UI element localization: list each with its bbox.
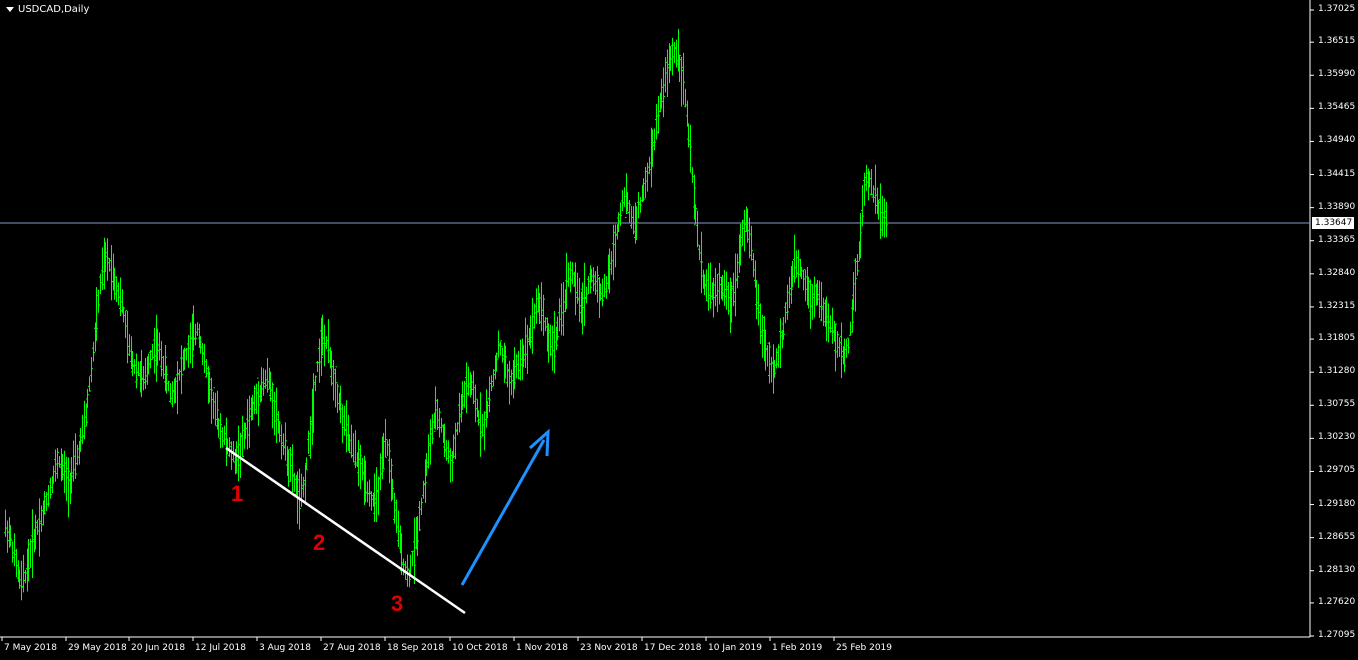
y-tick-label: 1.36515 <box>1318 36 1356 47</box>
y-tick-label: 1.27095 <box>1318 630 1356 640</box>
symbol-title-text: USDCAD,Daily <box>18 4 90 15</box>
chart-title[interactable]: USDCAD,Daily <box>6 4 89 15</box>
dropdown-triangle-icon[interactable] <box>6 7 14 12</box>
candle-series <box>4 28 888 601</box>
x-tick-label: 10 Oct 2018 <box>452 643 508 653</box>
y-tick-label: 1.30755 <box>1318 399 1356 410</box>
x-tick-label: 1 Feb 2019 <box>772 643 823 653</box>
y-tick-label: 1.34940 <box>1318 135 1356 146</box>
y-tick-label: 1.33365 <box>1318 234 1356 245</box>
x-tick-label: 20 Jun 2018 <box>131 643 186 653</box>
up-arrow-head-icon <box>529 428 550 457</box>
y-tick-label: 1.34415 <box>1318 168 1356 179</box>
y-tick-label: 1.30230 <box>1318 432 1356 443</box>
y-tick-label: 1.31280 <box>1318 366 1356 377</box>
x-tick-label: 29 May 2018 <box>68 643 127 653</box>
y-tick-label: 1.28130 <box>1318 564 1356 575</box>
y-tick-label: 1.35990 <box>1318 69 1356 80</box>
wave-label-2: 2 <box>313 530 326 555</box>
x-tick-label: 18 Sep 2018 <box>387 643 445 653</box>
y-tick-label: 1.28655 <box>1318 531 1356 542</box>
x-tick-label: 12 Jul 2018 <box>195 643 246 653</box>
y-tick-label: 1.35465 <box>1318 102 1356 113</box>
y-tick-label: 1.32840 <box>1318 267 1356 278</box>
y-tick-label: 1.29705 <box>1318 465 1356 476</box>
up-arrow-shaft <box>460 439 546 586</box>
x-tick-label: 10 Jan 2019 <box>708 643 762 653</box>
chart-window[interactable]: USDCAD,Daily 1.37025 1.36515 1.35990 1.3546… <box>0 0 1358 660</box>
price-chart[interactable] <box>0 0 1358 660</box>
x-tick-label: 3 Aug 2018 <box>259 643 311 653</box>
y-tick-label: 1.27620 <box>1318 596 1356 607</box>
chart-frame <box>0 0 1314 641</box>
current-price-tag: 1.33647 <box>1312 216 1354 229</box>
x-tick-label: 25 Feb 2019 <box>836 643 893 653</box>
x-tick-label: 17 Dec 2018 <box>644 643 702 653</box>
x-tick-label: 27 Aug 2018 <box>323 643 381 653</box>
wave-label-1: 1 <box>231 481 244 506</box>
y-tick-label: 1.37025 <box>1318 4 1356 14</box>
chart-overlays <box>225 428 550 615</box>
wave-label-3: 3 <box>391 591 404 616</box>
y-tick-label: 1.31805 <box>1318 333 1356 344</box>
y-tick-label: 1.29180 <box>1318 498 1356 509</box>
x-tick-label: 7 May 2018 <box>4 643 57 653</box>
descending-trend-line <box>225 446 466 615</box>
y-tick-label: 1.33890 <box>1318 201 1356 212</box>
x-tick-label: 1 Nov 2018 <box>516 643 568 653</box>
y-tick-label: 1.32315 <box>1318 300 1356 311</box>
x-tick-label: 23 Nov 2018 <box>580 643 638 653</box>
